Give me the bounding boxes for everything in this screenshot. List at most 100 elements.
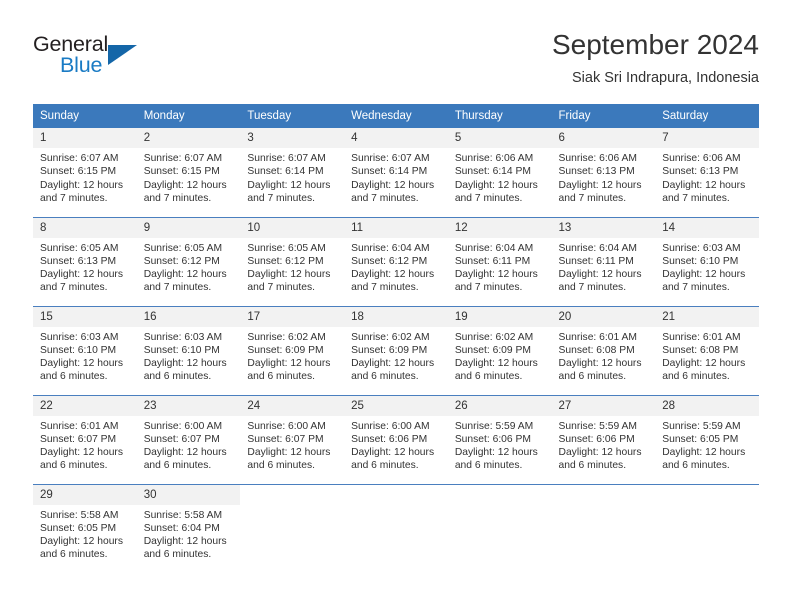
daylight-text-line1: Daylight: 12 hours [40,269,123,281]
daylight-text-line2: and 6 minutes. [662,371,730,383]
day-number: 20 [551,306,656,327]
day-cell[interactable]: 11 Sunrise: 6:04 AM Sunset: 6:12 PM Dayligh… [344,216,448,306]
daylight-text-line1: Daylight: 12 hours [143,179,227,191]
sunrise-text: Sunrise: 6:07 AM [40,153,119,164]
sunset-text: Sunset: 6:13 PM [662,166,739,178]
day-cell[interactable]: 9 Sunrise: 6:05 AM Sunset: 6:12 PM Daylight… [136,216,241,306]
day-number: 27 [551,395,656,416]
day-cell[interactable]: 7 Sunrise: 6:06 AM Sunset: 6:13 PM Daylight… [655,128,759,217]
sunset-text: Sunset: 6:05 PM [662,433,739,445]
day-number: 28 [655,395,759,416]
daylight-text-line2: and 6 minutes. [454,371,523,383]
day-cell[interactable]: 18 Sunrise: 6:02 AM Sunset: 6:09 PM Dayligh… [344,305,448,395]
daylight-text-line2: and 7 minutes. [351,282,419,294]
day-cell[interactable]: 22 Sunrise: 6:01 AM Sunset: 6:07 PM Dayligh… [33,394,137,484]
day-number: 22 [33,395,137,416]
day-cell[interactable]: 13 Sunrise: 6:04 AM Sunset: 6:11 PM Dayligh… [551,216,656,306]
day-cell[interactable]: 5 Sunrise: 6:06 AM Sunset: 6:14 PM Daylight… [447,128,552,217]
day-cell[interactable]: 29 Sunrise: 5:58 AM Sunset: 6:05 PM Dayligh… [33,483,137,573]
day-details: Sunrise: 6:03 AM Sunset: 6:10 PM Daylight:… [137,327,241,384]
daylight-text-line1: Daylight: 12 hours [558,179,642,191]
daylight-text-line1: Daylight: 12 hours [558,358,642,370]
sunset-text: Sunset: 6:06 PM [558,433,635,445]
daylight-text-line2: and 6 minutes. [351,371,419,383]
day-cell[interactable]: 19 Sunrise: 6:02 AM Sunset: 6:09 PM Dayligh… [447,305,552,395]
day-details: Sunrise: 6:02 AM Sunset: 6:09 PM Daylight:… [448,327,552,384]
calendar-body: 1 Sunrise: 6:07 AM Sunset: 6:15 PM Daylight… [33,128,759,573]
weekday-header-wednesday: Wednesday [344,104,448,128]
day-cell[interactable]: 24 Sunrise: 6:00 AM Sunset: 6:07 PM Dayligh… [240,394,345,484]
day-cell[interactable]: 8 Sunrise: 6:05 AM Sunset: 6:13 PM Daylight… [33,216,137,306]
day-number: 14 [655,217,759,238]
day-cell[interactable]: 16 Sunrise: 6:03 AM Sunset: 6:10 PM Dayligh… [136,305,241,395]
day-cell[interactable]: 3 Sunrise: 6:07 AM Sunset: 6:14 PM Daylight… [240,128,345,217]
daylight-text-line2: and 6 minutes. [40,371,108,383]
daylight-text-line1: Daylight: 12 hours [662,358,746,370]
day-details: Sunrise: 6:04 AM Sunset: 6:12 PM Daylight:… [344,238,448,295]
daylight-text-line2: and 7 minutes. [247,192,315,204]
sunrise-text: Sunrise: 6:04 AM [454,242,534,254]
sunset-text: Sunset: 6:11 PM [558,255,634,267]
day-number: 3 [240,128,345,148]
day-number: 26 [447,395,552,416]
daylight-text-line1: Daylight: 12 hours [454,358,538,370]
day-cell[interactable]: 27 Sunrise: 5:59 AM Sunset: 6:06 PM Dayligh… [551,394,656,484]
sunset-text: Sunset: 6:04 PM [143,522,220,534]
sunset-text: Sunset: 6:07 PM [247,433,324,445]
day-cell[interactable]: 30 Sunrise: 5:58 AM Sunset: 6:04 PM Dayligh… [136,483,241,573]
weekday-header-friday: Friday [551,104,656,128]
sunrise-text: Sunrise: 6:00 AM [143,420,223,432]
day-cell[interactable]: 2 Sunrise: 6:07 AM Sunset: 6:15 PM Daylight… [136,128,241,217]
sunrise-text: Sunrise: 6:06 AM [662,153,741,164]
sunset-text: Sunset: 6:06 PM [351,433,428,445]
day-details: Sunrise: 6:03 AM Sunset: 6:10 PM Daylight:… [655,238,759,295]
day-cell[interactable]: 23 Sunrise: 6:00 AM Sunset: 6:07 PM Dayligh… [136,394,241,484]
day-details: Sunrise: 6:03 AM Sunset: 6:10 PM Daylight:… [33,327,137,384]
sunset-text: Sunset: 6:12 PM [143,255,220,267]
day-cell[interactable]: 14 Sunrise: 6:03 AM Sunset: 6:10 PM Dayligh… [655,216,759,306]
page-title: September 2024 [551,29,759,60]
daylight-text-line1: Daylight: 12 hours [247,358,331,370]
daylight-text-line1: Daylight: 12 hours [247,269,331,281]
day-number: 24 [240,395,345,416]
day-details: Sunrise: 6:00 AM Sunset: 6:07 PM Daylight:… [137,416,241,473]
day-cell[interactable]: 6 Sunrise: 6:06 AM Sunset: 6:13 PM Daylight… [551,128,656,217]
sunrise-text: Sunrise: 6:01 AM [662,331,741,343]
day-cell[interactable]: 20 Sunrise: 6:01 AM Sunset: 6:08 PM Dayligh… [551,305,656,395]
day-cell[interactable]: 21 Sunrise: 6:01 AM Sunset: 6:08 PM Dayligh… [655,305,759,395]
day-number [552,485,656,505]
day-cell[interactable]: 10 Sunrise: 6:05 AM Sunset: 6:12 PM Dayligh… [240,216,345,306]
day-details: Sunrise: 6:07 AM Sunset: 6:14 PM Daylight:… [344,148,448,205]
day-cell[interactable]: 25 Sunrise: 6:00 AM Sunset: 6:06 PM Dayligh… [344,394,448,484]
sunrise-text: Sunrise: 6:02 AM [247,331,326,343]
daylight-text-line2: and 7 minutes. [143,192,212,204]
weekday-header-monday: Monday [136,104,241,128]
day-cell[interactable]: 15 Sunrise: 6:03 AM Sunset: 6:10 PM Dayligh… [33,305,137,395]
daylight-text-line2: and 6 minutes. [558,371,627,383]
daylight-text-line2: and 7 minutes. [558,282,627,294]
sunrise-text: Sunrise: 5:58 AM [143,509,223,521]
day-cell[interactable]: 28 Sunrise: 5:59 AM Sunset: 6:05 PM Dayligh… [655,394,759,484]
day-number [448,485,552,505]
day-cell[interactable]: 12 Sunrise: 6:04 AM Sunset: 6:11 PM Dayligh… [447,216,552,306]
day-cell[interactable]: 4 Sunrise: 6:07 AM Sunset: 6:14 PM Daylight… [344,128,448,217]
sunset-text: Sunset: 6:08 PM [662,344,739,356]
day-cell[interactable]: 1 Sunrise: 6:07 AM Sunset: 6:15 PM Daylight… [33,128,137,217]
daylight-text-line1: Daylight: 12 hours [247,447,331,459]
daylight-text-line2: and 7 minutes. [247,282,315,294]
general-blue-logo: General Blue [33,32,173,84]
day-number [344,485,448,505]
day-cell[interactable]: 26 Sunrise: 5:59 AM Sunset: 6:06 PM Dayligh… [447,394,552,484]
daylight-text-line2: and 7 minutes. [454,192,523,204]
sunset-text: Sunset: 6:10 PM [143,344,220,356]
day-cell-empty [344,483,448,573]
day-number: 30 [136,484,241,505]
day-number: 7 [655,128,759,148]
sunrise-text: Sunrise: 6:03 AM [40,331,119,343]
day-cell[interactable]: 17 Sunrise: 6:02 AM Sunset: 6:09 PM Dayligh… [240,305,345,395]
daylight-text-line2: and 7 minutes. [454,282,523,294]
daylight-text-line1: Daylight: 12 hours [351,358,435,370]
daylight-text-line1: Daylight: 12 hours [40,536,123,548]
sunset-text: Sunset: 6:12 PM [351,255,428,267]
sunrise-text: Sunrise: 6:07 AM [351,153,430,164]
